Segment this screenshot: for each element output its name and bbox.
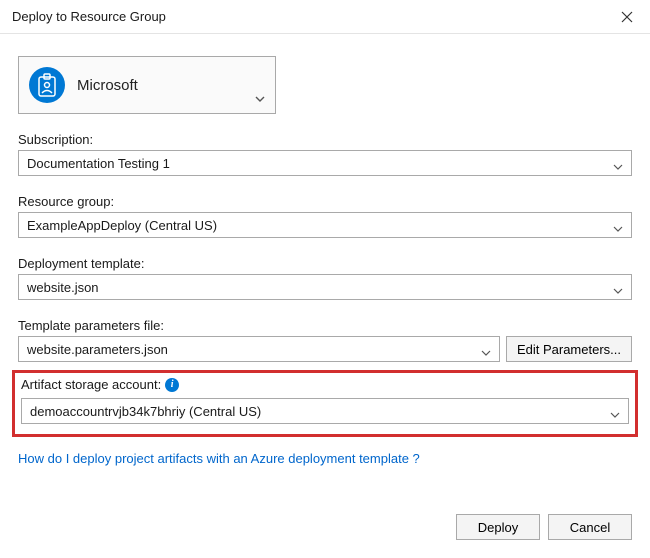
artifact-storage-label: Artifact storage account: (21, 377, 161, 392)
resource-group-dropdown[interactable]: ExampleAppDeploy (Central US) (18, 212, 632, 238)
account-badge-icon (29, 67, 65, 103)
deploy-button[interactable]: Deploy (456, 514, 540, 540)
deployment-template-value: website.json (27, 280, 99, 295)
artifact-storage-value: demoaccountrvjb34k7bhriy (Central US) (30, 404, 261, 419)
subscription-field: Subscription: Documentation Testing 1 (18, 132, 632, 176)
info-icon[interactable]: i (165, 378, 179, 392)
deployment-template-field: Deployment template: website.json (18, 256, 632, 300)
titlebar: Deploy to Resource Group (0, 0, 650, 34)
template-params-value: website.parameters.json (27, 342, 168, 357)
dialog-content: Microsoft Subscription: Documentation Te… (0, 34, 650, 480)
help-link[interactable]: How do I deploy project artifacts with a… (18, 451, 420, 466)
window-title: Deploy to Resource Group (12, 9, 166, 24)
resource-group-label: Resource group: (18, 194, 632, 209)
chevron-down-icon (255, 90, 265, 105)
resource-group-value: ExampleAppDeploy (Central US) (27, 218, 217, 233)
deployment-template-dropdown[interactable]: website.json (18, 274, 632, 300)
template-params-field: Template parameters file: website.parame… (18, 318, 632, 362)
account-name: Microsoft (77, 77, 138, 94)
chevron-down-icon (613, 282, 623, 292)
close-icon (621, 11, 633, 23)
artifact-storage-label-row: Artifact storage account: i (21, 377, 179, 392)
account-selector[interactable]: Microsoft (18, 56, 276, 114)
subscription-value: Documentation Testing 1 (27, 156, 170, 171)
chevron-down-icon (613, 220, 623, 230)
id-badge-icon (37, 73, 57, 97)
close-button[interactable] (604, 0, 650, 34)
template-params-dropdown[interactable]: website.parameters.json (18, 336, 500, 362)
deployment-template-label: Deployment template: (18, 256, 632, 271)
dialog-buttons: Deploy Cancel (456, 514, 632, 540)
edit-parameters-button[interactable]: Edit Parameters... (506, 336, 632, 362)
resource-group-field: Resource group: ExampleAppDeploy (Centra… (18, 194, 632, 238)
artifact-storage-dropdown[interactable]: demoaccountrvjb34k7bhriy (Central US) (21, 398, 629, 424)
artifact-storage-highlight: Artifact storage account: i demoaccountr… (12, 370, 638, 437)
chevron-down-icon (613, 158, 623, 168)
chevron-down-icon (481, 344, 491, 354)
cancel-button[interactable]: Cancel (548, 514, 632, 540)
subscription-dropdown[interactable]: Documentation Testing 1 (18, 150, 632, 176)
template-params-label: Template parameters file: (18, 318, 632, 333)
subscription-label: Subscription: (18, 132, 632, 147)
chevron-down-icon (610, 406, 620, 416)
